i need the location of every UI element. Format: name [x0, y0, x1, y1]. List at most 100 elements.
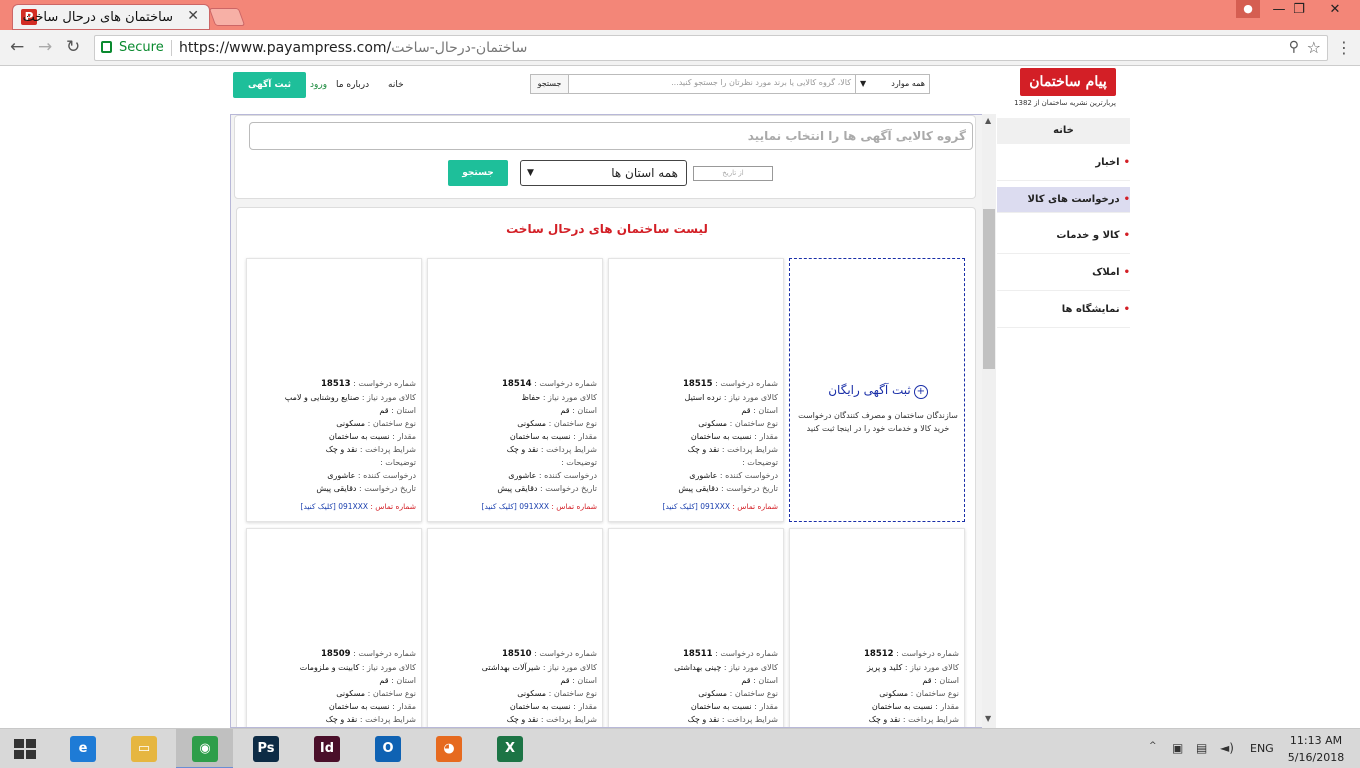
sidebar-item-label: نمایشگاه ها [1061, 304, 1120, 315]
card-field: مقدار : نسبت به ساختمان [793, 700, 959, 713]
tab-close-icon[interactable]: ✕ [187, 8, 199, 24]
field-label: استان : [391, 406, 416, 415]
vertical-scrollbar[interactable]: ▲ ▼ [982, 114, 996, 728]
clock-time[interactable]: 11:13 AM [1286, 734, 1346, 747]
zoom-icon[interactable]: ⚲ [1289, 39, 1299, 55]
card-field: نوع ساختمان : مسکونی [250, 417, 416, 430]
scroll-down-icon[interactable]: ▼ [985, 714, 991, 723]
nav-login-link[interactable]: ورود [310, 80, 327, 90]
taskbar-item[interactable]: X [481, 729, 538, 768]
nav-about-link[interactable]: درباره ما [336, 80, 369, 90]
category-select[interactable]: همه موارد ▼ [855, 75, 929, 93]
taskbar-item[interactable]: ◉ [176, 729, 233, 768]
volume-icon[interactable]: ◄) [1220, 741, 1234, 755]
sidebar-item-real-estate[interactable]: •املاک [997, 254, 1130, 291]
sidebar-item-goods-services[interactable]: •کالا و خدمات [997, 217, 1130, 254]
address-bar[interactable]: Secure https://www.payampress.com/ساختما… [94, 35, 1328, 61]
windows-start-icon[interactable] [14, 739, 38, 761]
field-label: شرایط پرداخت : [902, 715, 959, 724]
restore-button[interactable]: ❐ [1282, 0, 1316, 22]
header-search-input[interactable]: کالا، گروه کالایی یا برند مورد نظرتان را… [571, 78, 851, 87]
chevron-down-icon: ▼ [860, 79, 867, 88]
taskbar-item[interactable]: ◕ [420, 729, 477, 768]
scrollbar-thumb[interactable] [983, 209, 995, 369]
add-free-ad-card[interactable]: +ثبت آگهی رایگان سازندگان ساختمان و مصرف… [789, 258, 965, 522]
date-from-input[interactable]: از تاریخ [693, 166, 773, 181]
card-contact[interactable]: شماره تماس : 091XXX [کلیک کنید] [301, 502, 416, 511]
request-card[interactable]: شماره درخواست : 18514 کالای مورد نیاز : ح… [427, 258, 603, 522]
request-card[interactable]: شماره درخواست : 18509 کالای مورد نیاز : ک… [246, 528, 422, 727]
network-icon[interactable]: ▣ [1172, 741, 1183, 755]
card-field: مقدار : نسبت به ساختمان [612, 700, 778, 713]
field-value: مسکونی [517, 419, 547, 428]
contact-click-link[interactable]: [کلیک کنید] [482, 502, 517, 511]
field-label: کالای مورد نیاز : [361, 663, 416, 672]
field-value: نقد و چک [325, 715, 358, 724]
contact-click-link[interactable]: [کلیک کنید] [663, 502, 698, 511]
scroll-up-icon[interactable]: ▲ [985, 116, 991, 125]
field-value: مسکونی [879, 689, 909, 698]
taskbar-item[interactable]: Ps [237, 729, 294, 768]
taskbar-item[interactable]: e [54, 729, 111, 768]
back-icon[interactable]: ← [10, 37, 24, 57]
card-field: نوع ساختمان : مسکونی [431, 417, 597, 430]
sidebar-item-home[interactable]: خانه [997, 118, 1130, 144]
card-field: توضیحات : [431, 456, 597, 469]
field-value: قم [741, 676, 751, 685]
free-ad-button[interactable]: ثبت آگهی رایگان [233, 72, 306, 116]
request-card[interactable]: شماره درخواست : 18510 کالای مورد نیاز : ش… [427, 528, 603, 727]
language-indicator[interactable]: ENG [1250, 742, 1274, 755]
taskbar-item[interactable]: ▭ [115, 729, 172, 768]
tray-expand-icon[interactable]: ^ [1149, 741, 1157, 751]
add-card-title[interactable]: +ثبت آگهی رایگان [790, 383, 966, 399]
field-label: کالای مورد نیاز : [542, 393, 597, 402]
request-card[interactable]: شماره درخواست : 18512 کالای مورد نیاز : ک… [789, 528, 965, 727]
request-card[interactable]: شماره درخواست : 18515 کالای مورد نیاز : ن… [608, 258, 784, 522]
card-contact[interactable]: شماره تماس : 091XXX [کلیک کنید] [482, 502, 597, 511]
sidebar-item-news[interactable]: •اخبار [997, 144, 1130, 181]
taskbar-item[interactable]: Id [298, 729, 355, 768]
card-field: شرایط پرداخت : نقد و چک [612, 713, 778, 726]
request-card[interactable]: شماره درخواست : 18511 کالای مورد نیاز : چ… [608, 528, 784, 727]
province-select[interactable]: همه استان ها ▼ [520, 160, 687, 186]
logo-tagline: پربارترین نشریه ساختمان از 1382 [1014, 99, 1116, 107]
nav-home-link[interactable]: خانه [388, 80, 404, 90]
chrome-menu-icon[interactable]: ⋮ [1336, 38, 1352, 57]
field-label: درخواست کننده : [538, 471, 597, 480]
card-field: تاریخ درخواست : دقایقی پیش [250, 482, 416, 495]
card-field: کالای مورد نیاز : کابینت و ملزومات [250, 661, 416, 674]
contact-click-link[interactable]: [کلیک کنید] [301, 502, 336, 511]
field-label: مقدار : [935, 702, 959, 711]
request-card[interactable]: شماره درخواست : 18513 کالای مورد نیاز : ص… [246, 258, 422, 522]
new-tab-button[interactable] [208, 8, 246, 26]
browser-tab-active[interactable]: P ساختمان های درحال ساخت ✕ [12, 4, 210, 30]
contact-phone[interactable]: 091XXX [519, 502, 549, 511]
card-field: شرایط پرداخت : نقد و چک [431, 713, 597, 726]
window-close-button[interactable]: ✕ [1318, 0, 1352, 22]
goods-group-input[interactable]: گروه کالایی آگهی ها را انتخاب نمایید [249, 122, 973, 150]
card-field: مقدار : نسبت به ساختمان [612, 430, 778, 443]
header-search-button[interactable]: جستجو [531, 75, 569, 93]
bookmark-star-icon[interactable]: ☆ [1307, 38, 1321, 57]
field-label: نوع ساختمان : [910, 689, 959, 698]
field-label: شرایط پرداخت : [721, 445, 778, 454]
site-logo[interactable]: پیام ساختمان پربارترین نشریه ساختمان از … [1014, 68, 1116, 110]
monitor-icon[interactable]: ▤ [1196, 741, 1207, 755]
contact-phone[interactable]: 091XXX [700, 502, 730, 511]
reload-icon[interactable]: ↻ [66, 37, 80, 57]
field-value: عاشوری [508, 471, 537, 480]
contact-phone[interactable]: 091XXX [338, 502, 368, 511]
sidebar-item-goods-requests[interactable]: •درخواست های کالا [997, 187, 1130, 213]
clock-date[interactable]: 5/16/2018 [1286, 751, 1346, 764]
card-contact[interactable]: شماره تماس : 091XXX [کلیک کنید] [663, 502, 778, 511]
forward-icon[interactable]: → [38, 37, 52, 57]
sidebar-item-exhibitions[interactable]: •نمایشگاه ها [997, 291, 1130, 328]
filter-search-button[interactable]: جستجو [448, 160, 508, 186]
user-profile-icon[interactable]: ● [1236, 0, 1260, 18]
tab-title: ساختمان های درحال ساخت [22, 10, 173, 25]
taskbar-item[interactable]: O [359, 729, 416, 768]
field-label: درخواست کننده : [719, 471, 778, 480]
browser-titlebar: P ساختمان های درحال ساخت ✕ ● — ❐ ✕ [0, 0, 1360, 30]
field-label: شرایط پرداخت : [540, 445, 597, 454]
field-value: 18510 [501, 649, 532, 659]
